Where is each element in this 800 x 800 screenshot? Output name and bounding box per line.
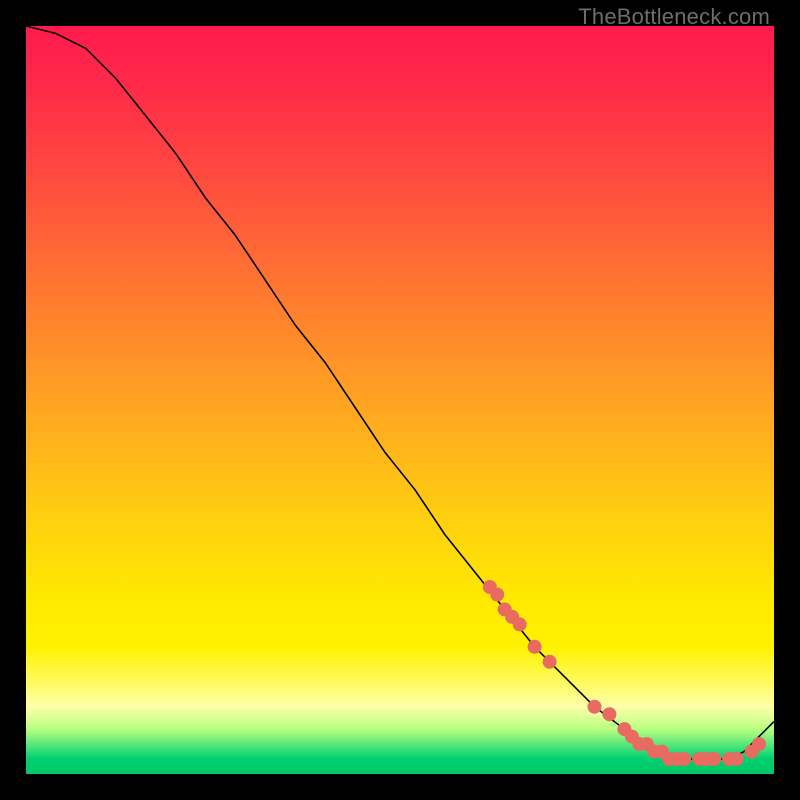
data-marker [543, 655, 557, 669]
chart-frame: TheBottleneck.com [0, 0, 800, 800]
data-marker [707, 752, 721, 766]
markers-group [483, 580, 766, 766]
data-marker [602, 707, 616, 721]
data-marker [528, 640, 542, 654]
chart-overlay [26, 26, 774, 774]
curve-line [26, 26, 774, 759]
data-marker [588, 700, 602, 714]
data-marker [752, 737, 766, 751]
data-marker [513, 617, 527, 631]
data-marker [677, 752, 691, 766]
data-marker [730, 752, 744, 766]
data-marker [490, 588, 504, 602]
